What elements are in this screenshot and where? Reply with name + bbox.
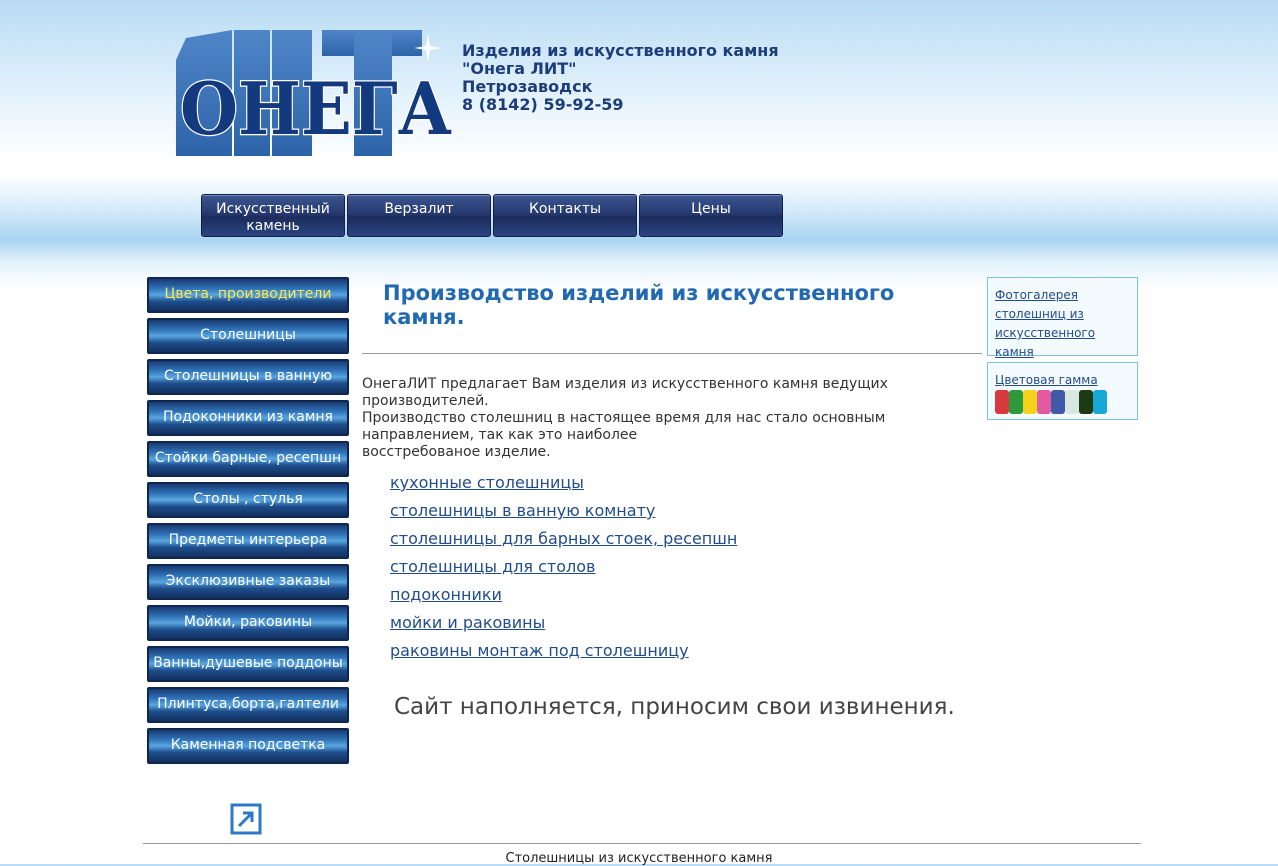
- link-table-countertops[interactable]: столешницы для столов: [390, 553, 982, 581]
- intro-line: производителей.: [362, 393, 489, 409]
- link-sinks[interactable]: мойки и раковины: [390, 609, 982, 637]
- intro-line: направлением, так как это наиболее: [362, 427, 638, 443]
- company-phone: 8 (8142) 59-92-59: [462, 95, 624, 114]
- link-window-sills[interactable]: подоконники: [390, 581, 982, 609]
- color-swatch[interactable]: [1009, 390, 1023, 414]
- menu-countertops[interactable]: Столешницы: [147, 318, 349, 354]
- color-swatch[interactable]: [1079, 390, 1093, 414]
- menu-stone-lighting[interactable]: Каменная подсветка: [147, 728, 349, 764]
- company-line: Изделия из искусственного камня: [462, 41, 779, 60]
- menu-colors-manufacturers[interactable]: Цвета, производители: [147, 277, 349, 313]
- menu-bathroom-countertops[interactable]: Столешницы в ванную: [147, 359, 349, 395]
- menu-tables-chairs[interactable]: Столы , стулья: [147, 482, 349, 518]
- nav-prices[interactable]: Цены: [639, 194, 783, 237]
- gallery-link[interactable]: Фотогалерея столешниц из искусственного …: [995, 288, 1095, 359]
- top-navigation: Искусственный камень Верзалит Контакты Ц…: [201, 194, 783, 237]
- left-menu: Цвета, производители Столешницы Столешни…: [147, 277, 349, 769]
- link-bar-countertops[interactable]: столешницы для барных стоек, ресепшн: [390, 525, 982, 553]
- external-link-icon[interactable]: [230, 803, 262, 835]
- link-undermount-sinks[interactable]: раковины монтаж под столешницу: [390, 637, 982, 665]
- palette-box: Цветовая гамма: [987, 362, 1138, 420]
- color-swatch[interactable]: [1051, 390, 1065, 414]
- color-swatch[interactable]: [1023, 390, 1037, 414]
- color-swatch[interactable]: [1037, 390, 1051, 414]
- footer-divider: [143, 843, 1141, 844]
- intro-line: Производство столешниц в настоящее время…: [362, 410, 886, 426]
- color-swatch[interactable]: [995, 390, 1009, 414]
- menu-baths-shower-trays[interactable]: Ванны,душевые поддоны: [147, 646, 349, 682]
- menu-window-sills[interactable]: Подоконники из камня: [147, 400, 349, 436]
- logo-graphic: ОНЕГА: [176, 30, 453, 156]
- company-info: Изделия из искусственного камня "Онега Л…: [462, 42, 779, 114]
- intro-text: ОнегаЛИТ предлагает Вам изделия из искус…: [362, 376, 982, 461]
- palette-link[interactable]: Цветовая гамма: [995, 373, 1098, 387]
- menu-exclusive-orders[interactable]: Эксклюзивные заказы: [147, 564, 349, 600]
- intro-line: восстребованое изделие.: [362, 444, 551, 460]
- color-swatch[interactable]: [1065, 390, 1079, 414]
- construction-notice: Сайт наполняется, приносим свои извинени…: [394, 694, 955, 720]
- link-kitchen-countertops[interactable]: кухонные столешницы: [390, 469, 982, 497]
- menu-skirting-boards[interactable]: Плинтуса,борта,галтели: [147, 687, 349, 723]
- nav-contacts[interactable]: Контакты: [493, 194, 637, 237]
- nav-verzalit[interactable]: Верзалит: [347, 194, 491, 237]
- product-links: кухонные столешницы столешницы в ванную …: [362, 469, 982, 665]
- title-divider: [362, 353, 982, 354]
- menu-interior-items[interactable]: Предметы интерьера: [147, 523, 349, 559]
- color-swatches[interactable]: [995, 390, 1130, 414]
- main-content: Производство изделий из искусственного к…: [362, 277, 982, 720]
- menu-bar-counters[interactable]: Стойки барные, ресепшн: [147, 441, 349, 477]
- page-title: Производство изделий из искусственного к…: [383, 281, 895, 329]
- color-swatch[interactable]: [1093, 390, 1107, 414]
- company-line: Петрозаводск: [462, 77, 593, 96]
- intro-line: ОнегаЛИТ предлагает Вам изделия из искус…: [362, 376, 888, 392]
- logo-text: ОНЕГА: [180, 66, 452, 151]
- link-bathroom-countertops[interactable]: столешницы в ванную комнату: [390, 497, 982, 525]
- gallery-box: Фотогалерея столешниц из искусственного …: [987, 277, 1138, 359]
- company-line: "Онега ЛИТ": [462, 59, 577, 78]
- nav-artificial-stone[interactable]: Искусственный камень: [201, 194, 345, 237]
- menu-sinks[interactable]: Мойки, раковины: [147, 605, 349, 641]
- site-logo[interactable]: ОНЕГА: [172, 30, 462, 160]
